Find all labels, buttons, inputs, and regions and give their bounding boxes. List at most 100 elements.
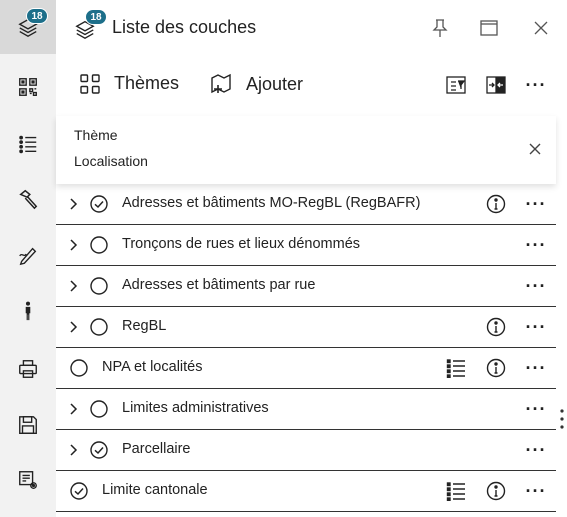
- legend-list-icon: [446, 482, 465, 501]
- filter-location-text: Localisation: [74, 153, 148, 169]
- empty-circle-icon[interactable]: [90, 277, 108, 295]
- legend-button[interactable]: [446, 358, 466, 378]
- layer-name: RegBL: [122, 318, 167, 334]
- more-icon: ···: [525, 276, 547, 296]
- layer-more-button[interactable]: ···: [526, 399, 546, 419]
- filter-legend-button[interactable]: [444, 73, 468, 97]
- panel-header: 18 Liste des couches: [56, 0, 556, 56]
- map-add-icon: [211, 73, 231, 94]
- more-icon: ···: [525, 194, 547, 214]
- hammer-icon: [19, 189, 38, 210]
- themes-label: Thèmes: [114, 73, 180, 93]
- rail-draw-button[interactable]: [0, 228, 56, 282]
- layer-row[interactable]: Tronçons de rues et lieux dénommés ···: [56, 225, 556, 266]
- empty-circle-icon[interactable]: [90, 400, 108, 418]
- panel-toolbar: Thèmes Ajouter ···: [56, 60, 556, 110]
- window-icon: [480, 20, 498, 36]
- close-panel-button[interactable]: [530, 17, 552, 39]
- toolbar-more-button[interactable]: ···: [524, 73, 548, 97]
- layer-row[interactable]: NPA et localités ···: [56, 348, 556, 389]
- list-icon: [19, 135, 37, 154]
- legend-button[interactable]: [446, 481, 466, 501]
- info-icon: [486, 317, 506, 337]
- close-icon: [534, 21, 548, 35]
- add-button[interactable]: Ajouter: [210, 73, 303, 95]
- info-button[interactable]: [486, 481, 506, 501]
- header-layers-badge: 18: [85, 9, 107, 25]
- chevron-right-icon[interactable]: [68, 238, 78, 252]
- rail-settings-button[interactable]: [0, 453, 56, 507]
- layer-list-panel: 18 Liste des couches Thèmes Ajouter ··· …: [56, 0, 556, 517]
- rail-layers-badge: 18: [26, 8, 48, 24]
- chevron-right-icon[interactable]: [68, 279, 78, 293]
- layer-row[interactable]: Limite cantonale ···: [56, 471, 556, 512]
- more-icon: ···: [525, 440, 547, 460]
- rail-qr-button[interactable]: [0, 60, 56, 114]
- clear-filter-icon[interactable]: [526, 140, 544, 158]
- panel-title: Liste des couches: [112, 17, 257, 37]
- more-icon: ···: [525, 399, 547, 419]
- legend-list-icon: [446, 359, 465, 378]
- filter-list-icon: [446, 76, 466, 94]
- layer-row[interactable]: Limites administratives ···: [56, 389, 556, 430]
- rail-save-button[interactable]: [0, 398, 56, 452]
- layer-name: NPA et localités: [102, 359, 203, 375]
- active-filter: Thème Localisation: [56, 116, 556, 184]
- chevron-right-icon[interactable]: [68, 402, 78, 416]
- add-label: Ajouter: [246, 73, 304, 94]
- printer-icon: [19, 360, 37, 378]
- compare-button[interactable]: [484, 73, 508, 97]
- save-icon: [19, 416, 37, 434]
- empty-circle-icon[interactable]: [90, 318, 108, 336]
- layer-more-button[interactable]: ···: [526, 194, 546, 214]
- rail-tools-button[interactable]: [0, 172, 56, 226]
- layer-more-button[interactable]: ···: [526, 317, 546, 337]
- qr-grid-icon: [19, 78, 37, 96]
- info-button[interactable]: [486, 358, 506, 378]
- themes-button[interactable]: Thèmes: [80, 73, 179, 94]
- layer-row[interactable]: RegBL ···: [56, 307, 556, 348]
- layer-name: Adresses et bâtiments par rue: [122, 277, 316, 293]
- layer-more-button[interactable]: ···: [526, 440, 546, 460]
- pin-button[interactable]: [429, 17, 451, 39]
- maximize-button[interactable]: [478, 17, 500, 39]
- checked-circle-icon[interactable]: [90, 195, 108, 213]
- resize-handle[interactable]: [558, 408, 566, 430]
- checked-circle-icon[interactable]: [90, 441, 108, 459]
- layer-row[interactable]: Adresses et bâtiments par rue ···: [56, 266, 556, 307]
- pencil-ruler-icon: [19, 247, 37, 266]
- layer-name: Tronçons de rues et lieux dénommés: [122, 236, 361, 252]
- checked-circle-icon[interactable]: [70, 482, 88, 500]
- info-icon: [486, 358, 506, 378]
- layer-name: Limites administratives: [122, 400, 269, 416]
- more-icon: ···: [525, 317, 547, 337]
- layer-row[interactable]: Adresses et bâtiments MO-RegBL (RegBAFR)…: [56, 184, 556, 225]
- layer-more-button[interactable]: ···: [526, 276, 546, 296]
- layer-more-button[interactable]: ···: [526, 481, 546, 501]
- more-icon: ···: [525, 235, 547, 255]
- empty-circle-icon[interactable]: [90, 236, 108, 254]
- layer-more-button[interactable]: ···: [526, 235, 546, 255]
- person-icon: [25, 301, 31, 321]
- rail-layers-button[interactable]: 18: [0, 0, 56, 54]
- rail-list-button[interactable]: [0, 117, 56, 171]
- side-rail: 18: [0, 0, 56, 517]
- layer-more-button[interactable]: ···: [526, 358, 546, 378]
- info-icon: [486, 481, 506, 501]
- info-button[interactable]: [486, 194, 506, 214]
- info-button[interactable]: [486, 317, 506, 337]
- chevron-right-icon[interactable]: [68, 443, 78, 457]
- settings-list-icon: [19, 471, 37, 489]
- rail-person-button[interactable]: [0, 284, 56, 338]
- layer-list: Adresses et bâtiments MO-RegBL (RegBAFR)…: [56, 184, 556, 512]
- layer-row[interactable]: Parcellaire ···: [56, 430, 556, 471]
- chevron-right-icon[interactable]: [68, 197, 78, 211]
- layer-name: Parcellaire: [122, 441, 191, 457]
- chevron-right-icon[interactable]: [68, 320, 78, 334]
- layer-name: Limite cantonale: [102, 482, 208, 498]
- layer-name: Adresses et bâtiments MO-RegBL (RegBAFR): [122, 195, 421, 211]
- empty-circle-icon[interactable]: [70, 359, 88, 377]
- grid-icon: [80, 73, 100, 94]
- more-icon: ···: [525, 358, 547, 378]
- rail-print-button[interactable]: [0, 342, 56, 396]
